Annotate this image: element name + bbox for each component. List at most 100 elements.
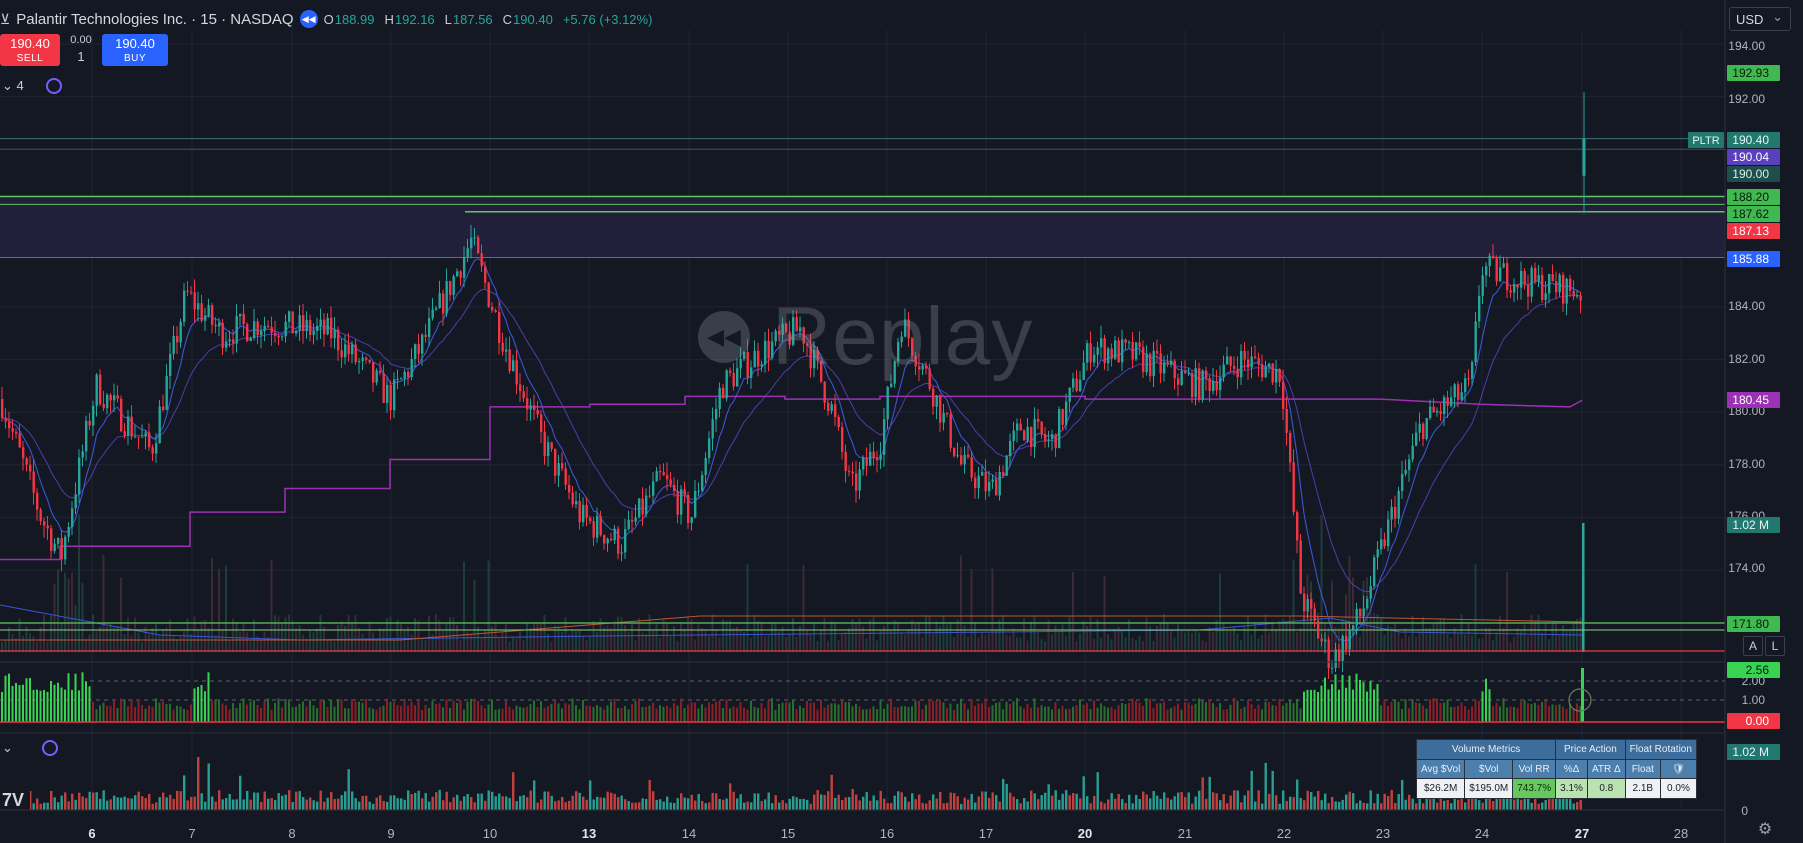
candle-body (253, 321, 256, 338)
oscillator-bar (578, 709, 581, 722)
volume-bar (232, 799, 235, 810)
oscillator-bar (1432, 698, 1435, 722)
candle-body (1082, 362, 1085, 380)
date-tick-label: 21 (1178, 826, 1192, 841)
volume-bar (358, 801, 361, 810)
sell-button[interactable]: 190.40 SELL (0, 34, 60, 66)
currency-select[interactable]: USD (1729, 5, 1791, 31)
volume-bar (998, 619, 1001, 652)
volume-bar (799, 799, 802, 810)
indicator-icon[interactable] (46, 78, 62, 94)
volume-bar (1268, 632, 1270, 652)
volume-bar (589, 780, 592, 810)
volume-bar (897, 791, 900, 810)
volume-bar (613, 793, 616, 810)
candle-body (631, 519, 634, 522)
spread-quantity[interactable]: 0.00 1 (66, 33, 96, 64)
volume-bar (834, 622, 836, 652)
oscillator-bar (442, 707, 444, 722)
candle-body (837, 416, 840, 428)
price-label-text: 190.40 (1732, 133, 1769, 147)
candle-body (190, 291, 193, 293)
symbol-logo-icon[interactable]: ⊻ (0, 11, 10, 28)
volume-bar (981, 632, 983, 652)
spread-value: 0.00 (70, 34, 92, 46)
candle-body (981, 472, 984, 476)
volume-bar (158, 634, 161, 652)
volume-bar (526, 797, 529, 810)
volume-bar (267, 798, 270, 810)
candle-body (1208, 378, 1211, 392)
volume-bar (389, 616, 392, 652)
oscillator-bar (1422, 705, 1424, 722)
volume-bar (750, 802, 753, 810)
volume-bar (193, 796, 196, 810)
volume-bar (183, 775, 186, 810)
oscillator-bar (330, 699, 332, 722)
candle-body (935, 395, 938, 407)
oscillator-bar (1002, 709, 1004, 722)
volume-bar (130, 635, 133, 652)
symbol-title[interactable]: Palantir Technologies Inc. · 15 · NASDAQ (16, 11, 293, 28)
oscillator-bar (1366, 691, 1368, 722)
auto-scale-button[interactable]: A (1743, 636, 1763, 656)
oscillator-bar (802, 707, 805, 722)
volume-bar (1299, 797, 1302, 810)
volume-bar (1582, 523, 1585, 652)
volume-bar (872, 616, 875, 652)
candle-body (456, 271, 459, 277)
chart-canvas[interactable]: 7V 194.00192.00184.00182.00180.00178.001… (0, 0, 1803, 843)
oscillator-bar (78, 690, 80, 722)
volume-bar (1233, 790, 1236, 810)
collapse-indicators-button[interactable]: ⌄ 4 (2, 78, 24, 94)
candle-body (71, 508, 74, 528)
volume-bar (900, 792, 903, 810)
volume-bar (571, 795, 574, 810)
candle-body (1341, 635, 1344, 662)
volume-bar (95, 631, 98, 652)
volume-bar (781, 800, 784, 810)
volume-bar (953, 793, 956, 810)
oscillator-bar (1401, 708, 1403, 722)
volume-bar (270, 559, 273, 652)
volume-bar (449, 802, 452, 810)
date-tick-label: 24 (1475, 826, 1489, 841)
candle-body (848, 470, 851, 472)
col-vol-rr: Vol RR (1512, 759, 1557, 779)
log-scale-button[interactable]: L (1765, 636, 1785, 656)
volume-bar (389, 795, 392, 810)
oscillator-bar (57, 682, 59, 722)
candle-body (498, 312, 501, 343)
volume-bar (1520, 799, 1523, 810)
pane-indicator-icon[interactable] (42, 740, 58, 756)
candle-body (988, 481, 991, 492)
volume-bar (365, 795, 368, 810)
buy-button[interactable]: 190.40 BUY (102, 34, 168, 66)
volume-bar (246, 790, 249, 810)
oscillator-bar (305, 706, 308, 722)
price-label-text: 0.00 (1746, 714, 1770, 728)
date-tick-label: 7 (188, 826, 195, 841)
oscillator-bar (1502, 698, 1505, 722)
volume-bar (858, 618, 861, 652)
volume-bar (512, 772, 515, 810)
settings-gear-icon[interactable]: ⚙ (1756, 821, 1774, 839)
candle-body (382, 372, 385, 403)
oscillator-bar (648, 705, 651, 722)
oscillator-bar (683, 708, 686, 722)
candle-body (606, 538, 609, 544)
candle-body (302, 315, 305, 332)
volume-bar (442, 630, 444, 652)
candle-body (1198, 368, 1201, 400)
oscillator-bar (893, 707, 896, 722)
oscillator-bar (498, 708, 500, 722)
candle-body (809, 345, 812, 369)
volume-bar (809, 803, 812, 810)
collapse-pane-button[interactable]: ⌄ (2, 740, 13, 756)
volume-bar (32, 803, 35, 810)
oscillator-bar (1163, 701, 1165, 722)
volume-bar (1345, 794, 1348, 810)
volume-bar (1250, 634, 1253, 652)
replay-icon[interactable]: ◀◀ (299, 10, 318, 28)
oscillator-bar (169, 703, 171, 722)
